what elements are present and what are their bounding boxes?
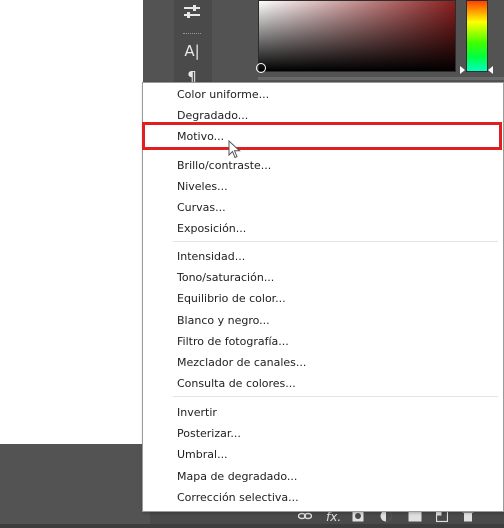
menu-item-consulta-de-colores[interactable]: Consulta de colores... [177,374,477,394]
fx-icon[interactable]: fx. [326,510,341,524]
menu-item-niveles[interactable]: Niveles... [177,177,477,197]
menu-item-mezclador-de-canales[interactable]: Mezclador de canales... [177,353,477,373]
menu-item-filtro-de-fotografia[interactable]: Filtro de fotografía... [177,332,477,352]
adjustment-layer-icon[interactable] [380,510,392,525]
highlight-box [142,122,502,150]
menu-item-tono-saturacion[interactable]: Tono/saturación... [177,268,477,288]
group-icon[interactable] [408,510,422,525]
tool-separator [183,33,201,36]
sliders-icon[interactable] [180,2,204,24]
hue-slider[interactable] [466,0,488,72]
menu-item-color-uniforme[interactable]: Color uniforme... [177,85,477,105]
panel-divider [258,77,504,80]
menu-item-brillo-contraste[interactable]: Brillo/contraste... [177,156,477,176]
hue-arrow-right-icon[interactable] [488,66,493,74]
trash-icon[interactable] [462,510,474,525]
menu-item-correccion-selectiva[interactable]: Corrección selectiva... [177,488,477,508]
menu-item-blanco-y-negro[interactable]: Blanco y negro... [177,311,477,331]
menu-separator [173,396,498,397]
hue-arrow-left-icon[interactable] [460,66,465,74]
menu-separator [173,241,498,242]
menu-item-equilibrio-de-color[interactable]: Equilibrio de color... [177,289,477,309]
mouse-cursor-icon [228,139,242,160]
menu-item-posterizar[interactable]: Posterizar... [177,424,477,444]
bottom-edge [0,524,504,528]
link-icon[interactable] [297,510,313,525]
menu-item-curvas[interactable]: Curvas... [177,198,477,218]
color-field[interactable] [258,0,456,72]
menu-item-umbral[interactable]: Umbral... [177,445,477,465]
new-layer-icon[interactable] [435,509,449,525]
mask-icon[interactable] [352,510,364,525]
color-picker-marker[interactable] [256,63,266,73]
text-tool-icon[interactable]: A| [180,40,204,62]
menu-item-mapa-de-degradado[interactable]: Mapa de degradado... [177,467,477,487]
menu-item-exposicion[interactable]: Exposición... [177,219,477,239]
menu-item-intensidad[interactable]: Intensidad... [177,247,477,267]
menu-item-invertir[interactable]: Invertir [177,403,477,423]
